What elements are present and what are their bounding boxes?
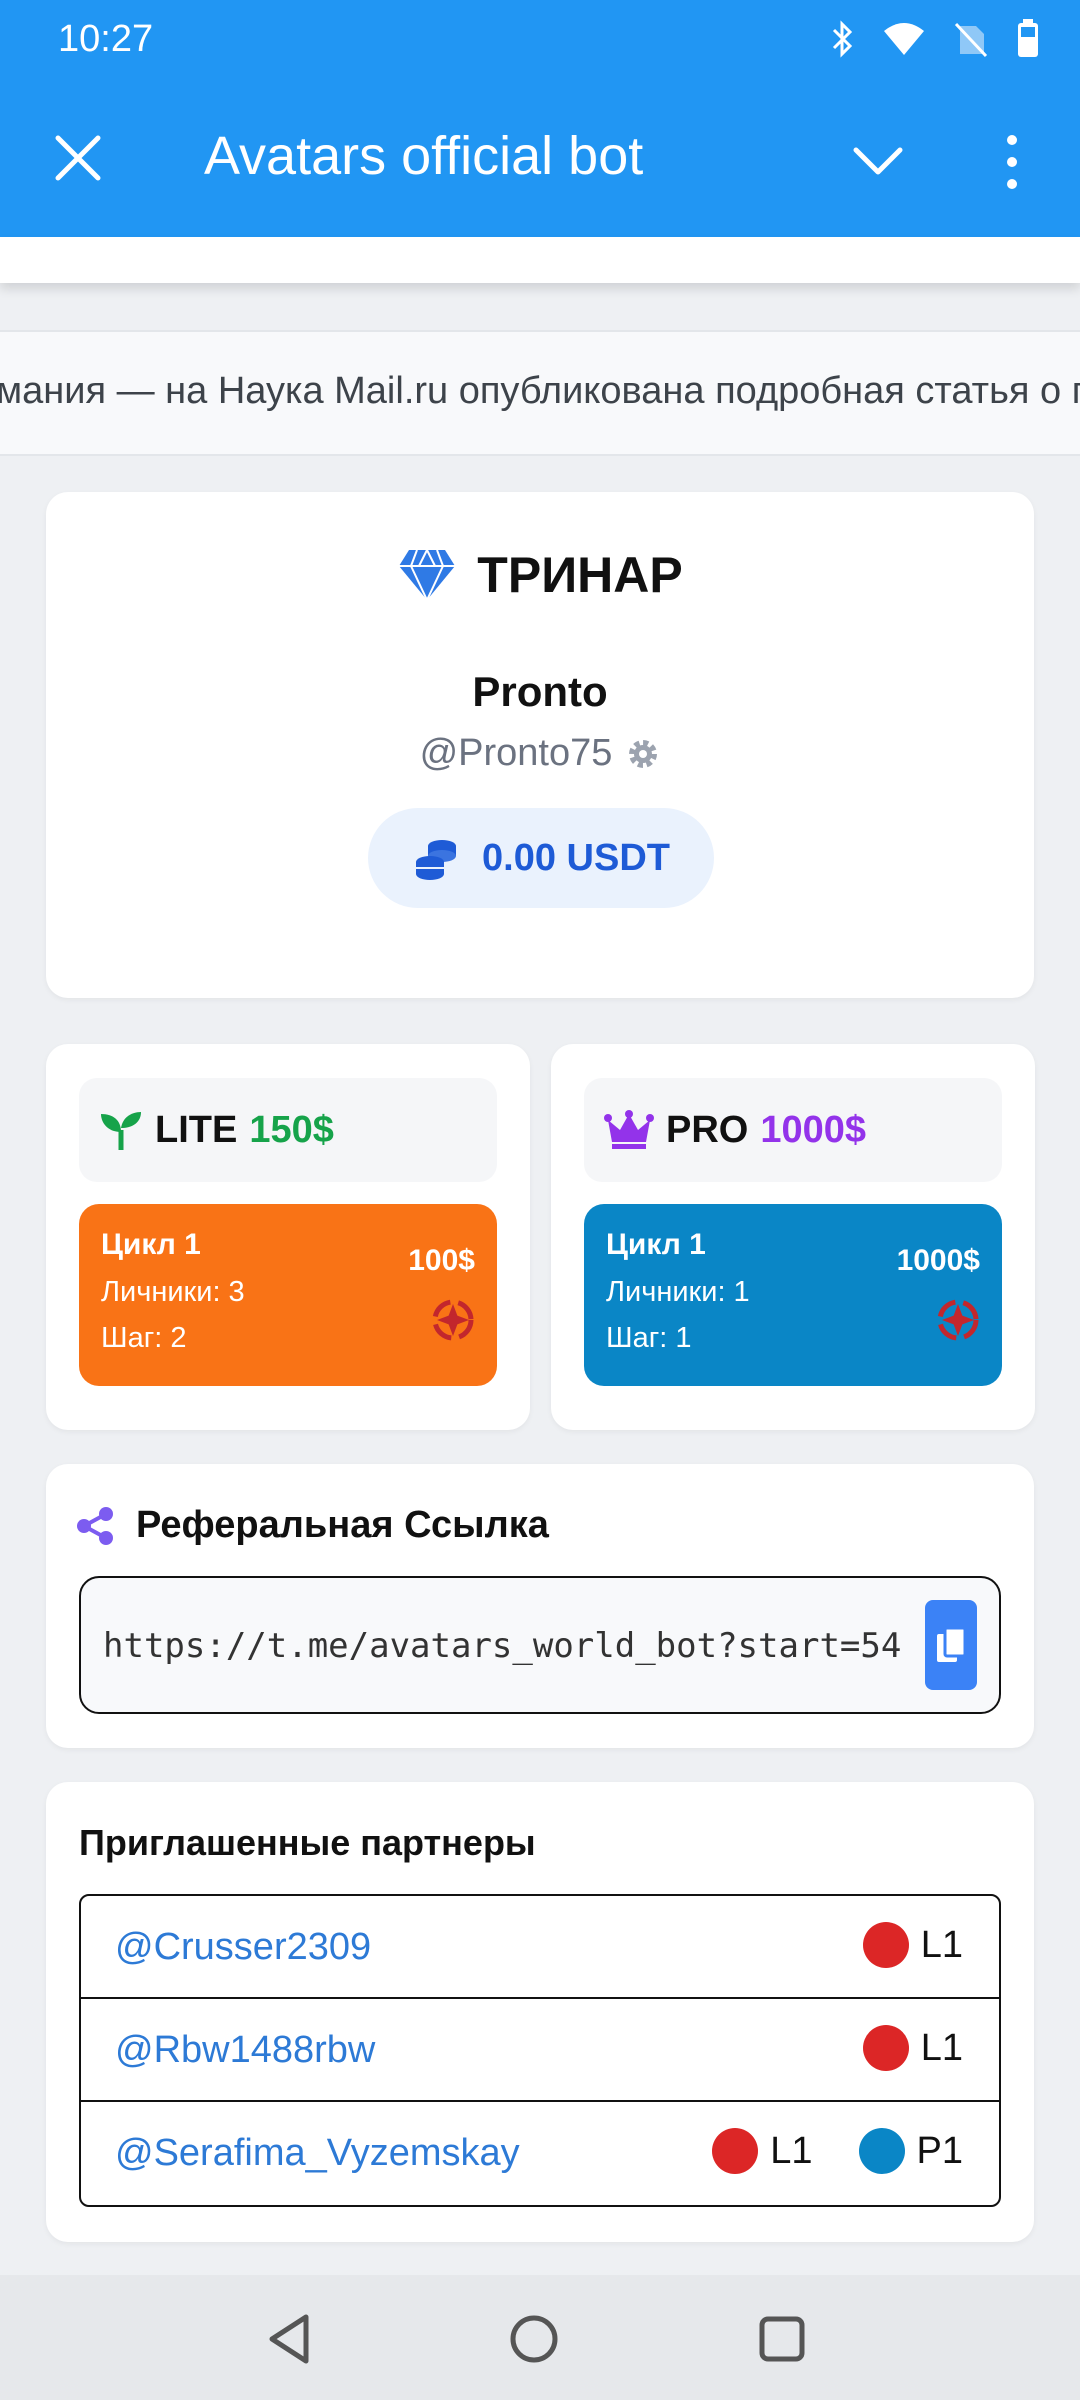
wifi-icon [884, 23, 924, 55]
cycle-amount: 1000$ [896, 1244, 980, 1277]
referral-title: Реферальная Ссылка [136, 1504, 549, 1546]
table-row: @Crusser2309 L1 [81, 1896, 999, 1999]
cycle-amount: 100$ [408, 1244, 475, 1277]
partners-title: Приглашенные партнеры [79, 1822, 536, 1863]
plan-card-pro[interactable]: PRO 1000$ Цикл 1 Личники: 1 Шаг: 1 1000$ [551, 1044, 1035, 1430]
balance-amount: 0.00 USDT [482, 836, 670, 879]
cycle-step: Шаг: 1 [606, 1322, 692, 1354]
table-row: @Serafima_Vyzemskay L1 P1 [81, 2102, 999, 2205]
bluetooth-icon [832, 20, 853, 58]
no-sim-icon [954, 22, 988, 58]
trinar-logo-icon [937, 1299, 979, 1341]
plan-price-lite: 150$ [249, 1108, 334, 1151]
scrolled-header-remnant [0, 237, 1080, 283]
crown-icon [604, 1110, 654, 1149]
brand-name: ТРИНАР [477, 547, 683, 603]
more-menu-icon[interactable] [996, 130, 1028, 194]
status-time: 10:27 [58, 18, 154, 60]
plan-card-lite[interactable]: LITE 150$ Цикл 1 Личники: 3 Шаг: 2 100$ [46, 1044, 530, 1430]
plan-header-lite: LITE 150$ [79, 1078, 497, 1182]
level-badge: L1 [862, 2025, 963, 2071]
partner-link[interactable]: @Rbw1488rbw [115, 2029, 375, 2072]
partner-badges: L1 [862, 2025, 963, 2071]
user-name: Pronto [472, 668, 608, 715]
profile-card: ТРИНАР Pronto @Pronto75 0.00 USDT [46, 492, 1034, 998]
referral-link-field[interactable]: https://t.me/avatars_world_bot?start=546 [79, 1576, 1001, 1714]
app-header: 10:27 Avatars official bot [0, 0, 1080, 237]
cycle-card-pro[interactable]: Цикл 1 Личники: 1 Шаг: 1 1000$ [584, 1204, 1002, 1386]
badge-label: L1 [920, 1923, 963, 1966]
system-nav-bar [0, 2275, 1080, 2400]
partner-link[interactable]: @Serafima_Vyzemskay [115, 2132, 520, 2175]
referral-header: Реферальная Ссылка [76, 1504, 549, 1547]
copy-icon [937, 1626, 967, 1662]
status-dot [712, 2128, 759, 2174]
close-icon[interactable] [48, 128, 108, 188]
battery-icon [1018, 19, 1038, 57]
gear-icon[interactable] [626, 737, 660, 771]
recents-icon[interactable] [754, 2311, 810, 2367]
coins-icon [416, 840, 457, 880]
badge-label: L1 [920, 2026, 963, 2069]
plan-price-pro: 1000$ [760, 1108, 867, 1151]
cycle-card-lite[interactable]: Цикл 1 Личники: 3 Шаг: 2 100$ [79, 1204, 497, 1386]
partners-card: Приглашенные партнеры @Crusser2309 L1 @R… [46, 1782, 1034, 2242]
badge-label: L1 [770, 2129, 813, 2172]
balance-pill: 0.00 USDT [368, 808, 714, 908]
handle-row: @Pronto75 [46, 732, 1034, 775]
ticker-text: мания — на Наука Mail.ru опубликована по… [0, 370, 1080, 412]
plan-header-pro: PRO 1000$ [584, 1078, 1002, 1182]
cycle-title: Цикл 1 [606, 1228, 706, 1261]
cycle-title: Цикл 1 [101, 1228, 201, 1261]
level-badge: L1 [712, 2128, 813, 2174]
trinar-logo-icon [432, 1299, 474, 1341]
plan-name-lite: LITE [155, 1108, 238, 1151]
status-icons [830, 14, 1040, 64]
referral-link[interactable]: https://t.me/avatars_world_bot?start=546 [103, 1626, 903, 1666]
status-dot [862, 2025, 909, 2071]
referral-card: Реферальная Ссылка https://t.me/avatars_… [46, 1464, 1034, 1748]
plan-name-pro: PRO [666, 1108, 749, 1151]
home-icon[interactable] [506, 2311, 562, 2367]
news-ticker: мания — на Наука Mail.ru опубликована по… [0, 330, 1080, 456]
cycle-referrals: Личники: 3 [101, 1276, 245, 1308]
sprout-icon [101, 1112, 141, 1150]
partner-link[interactable]: @Crusser2309 [115, 1926, 371, 1969]
user-handle: @Pronto75 [419, 732, 613, 774]
brand: ТРИНАР [46, 546, 1034, 604]
level-badge: P1 [858, 2128, 963, 2174]
partner-badges: L1 P1 [712, 2128, 963, 2174]
chat-title: Avatars official bot [204, 126, 644, 186]
level-badge: L1 [862, 1922, 963, 1968]
back-icon[interactable] [262, 2311, 318, 2367]
table-row: @Rbw1488rbw L1 [81, 1999, 999, 2102]
badge-label: P1 [916, 2129, 963, 2172]
partner-badges: L1 [862, 1922, 963, 1968]
cycle-step: Шаг: 2 [101, 1322, 187, 1354]
partners-table: @Crusser2309 L1 @Rbw1488rbw L1 @Serafima… [79, 1894, 1001, 2207]
status-dot [858, 2128, 905, 2174]
share-icon [77, 1506, 113, 1545]
diamond-icon [399, 549, 456, 602]
status-dot [862, 1922, 909, 1968]
chevron-down-icon[interactable] [850, 138, 906, 184]
cycle-referrals: Личники: 1 [606, 1276, 750, 1308]
copy-button[interactable] [925, 1600, 977, 1690]
